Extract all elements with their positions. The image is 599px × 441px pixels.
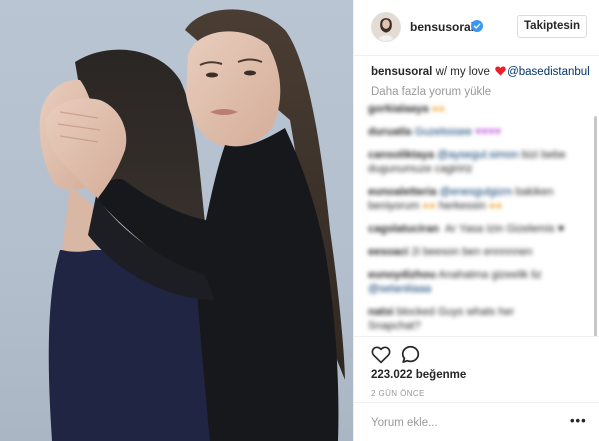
red-heart-emoji-icon (495, 66, 506, 76)
comments-list: bensusoral w/ my love @basedistanbul Dah… (354, 56, 599, 336)
list-item: cagslatuciran Ar Yasa Izin Gizelemis ♥ (368, 223, 565, 235)
add-comment-bar: ••• (354, 402, 599, 441)
post-image (39, 9, 345, 441)
caption-text: w/ my love (435, 66, 490, 78)
list-item: eunoaletteria @enesgulgizm bakiken beniyo… (368, 186, 554, 212)
verified-badge-icon (471, 20, 483, 32)
list-item: cansoliktaya @aysegul.simon bizi bebe dug… (368, 149, 566, 175)
following-button[interactable]: Takiptesin (517, 15, 588, 38)
caption: bensusoral w/ my love @basedistanbul (371, 66, 590, 78)
list-item: duruatla Guzelsssee ♥♥♥♥ (368, 126, 502, 138)
comment-icon[interactable] (401, 345, 420, 364)
post-photo[interactable] (0, 0, 353, 441)
post-timestamp[interactable]: 2 GÜN ÖNCE (371, 389, 425, 398)
blurred-comments: gorkialaaya ●● duruatla Guzelsssee ♥♥♥♥ … (368, 102, 588, 336)
post-header: bensusoral Takiptesin (354, 0, 599, 56)
likes-count[interactable]: 223.022 beğenme (371, 369, 466, 381)
load-more-comments[interactable]: Daha fazla yorum yükle (371, 86, 491, 98)
list-item: eesoaci 2i beeson ben ennnnnen (368, 246, 533, 258)
avatar-image (372, 13, 400, 41)
username[interactable]: bensusoral (410, 20, 474, 34)
post-side-panel: bensusoral Takiptesin bensusoral w/ my l… (353, 0, 599, 441)
more-options-button[interactable]: ••• (570, 413, 587, 428)
post-actions: 223.022 beğenme 2 GÜN ÖNCE (354, 336, 599, 406)
heart-icon[interactable] (371, 345, 391, 364)
comment-input[interactable] (371, 414, 551, 431)
caption-username[interactable]: bensusoral (371, 66, 432, 78)
comments-scrollbar[interactable] (594, 116, 597, 336)
caption-mention[interactable]: @basedistanbul (507, 66, 590, 78)
list-item: eunoydizhou Anahatma gizeelik liz @selani… (368, 269, 542, 295)
avatar[interactable] (371, 12, 401, 42)
list-item: gorkialaaya ●● (368, 103, 445, 115)
list-item: natsi blocked Guys whats her Snapchat? (368, 306, 515, 332)
